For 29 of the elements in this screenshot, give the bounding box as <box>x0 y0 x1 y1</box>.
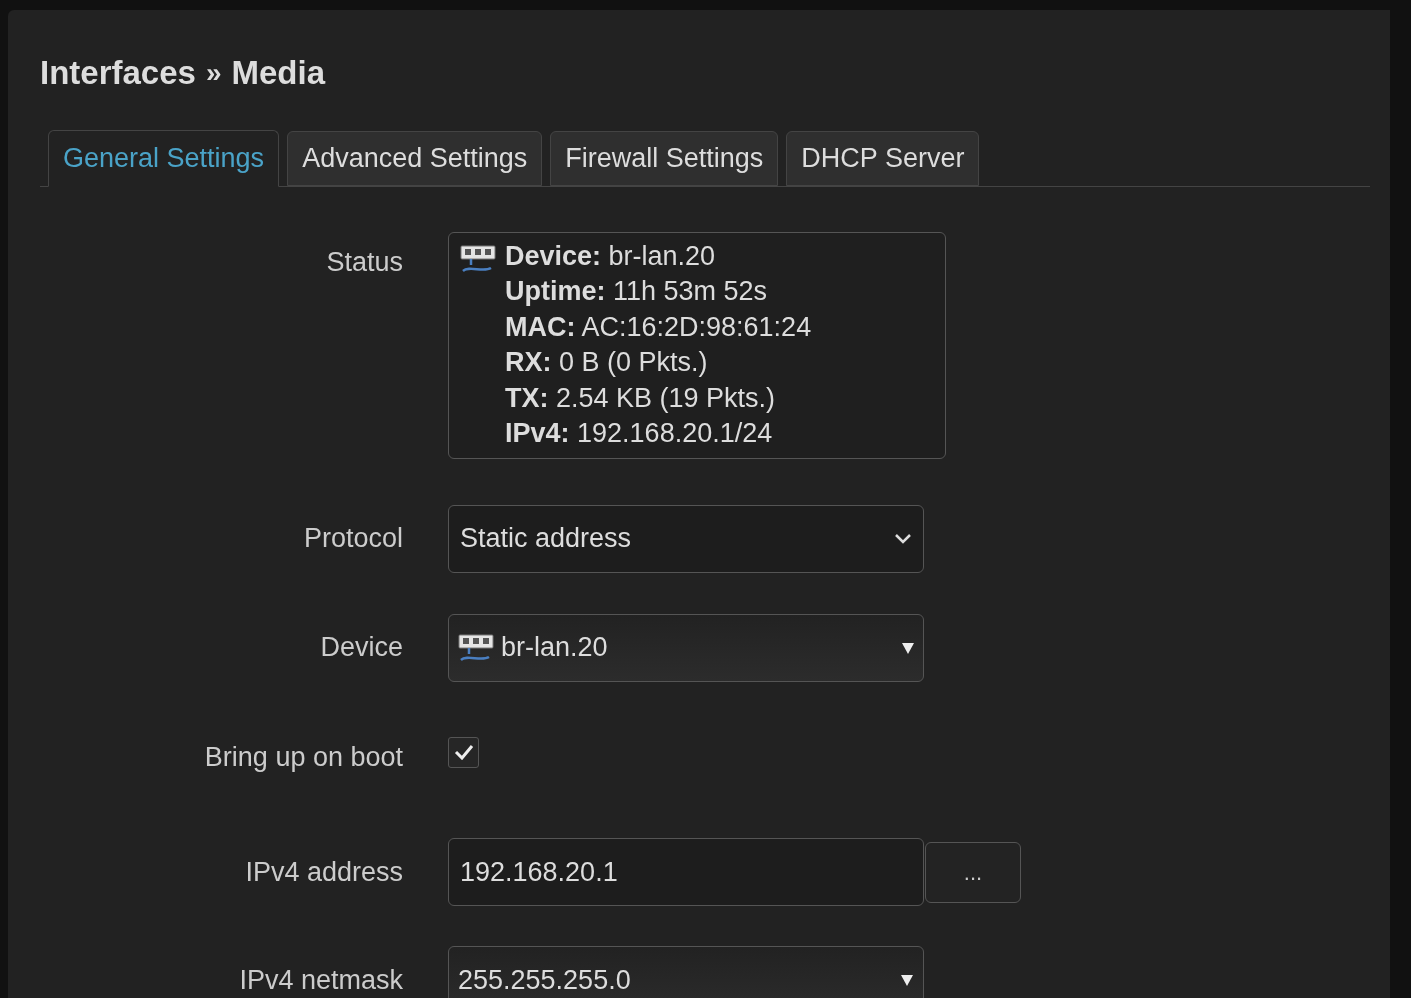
field-label: Status <box>326 245 403 279</box>
chevron-down-icon <box>894 532 912 545</box>
tab[interactable]: General Settings <box>48 129 280 187</box>
field-label: Bring up on boot <box>204 740 403 774</box>
dropdown-triangle-icon <box>900 973 914 987</box>
status-line: Device: br-lan.20 <box>505 239 717 273</box>
tab[interactable]: DHCP Server <box>786 130 980 186</box>
field-label: Protocol <box>303 522 403 556</box>
field-label: IPv4 address <box>245 855 403 889</box>
netmask-select[interactable]: 255.255.255.0 <box>448 946 924 998</box>
checkbox[interactable] <box>448 736 479 768</box>
page-title: Media <box>231 53 326 93</box>
ip-address-input[interactable]: 192.168.20.1 <box>448 838 924 906</box>
status-line: TX: 2.54 KB (19 Pkts.) <box>505 381 777 415</box>
status-line: MAC: AC:16:2D:98:61:24 <box>505 310 812 344</box>
page-title: Interfaces <box>40 53 196 93</box>
device-select[interactable]: br-lan.20 <box>448 613 924 682</box>
dropdown-triangle-icon <box>901 640 915 655</box>
checkmark-icon <box>453 744 474 760</box>
field-label: Device <box>320 631 403 665</box>
status-line: Uptime: 11h 53m 52s <box>505 275 769 308</box>
status-line: RX: 0 B (0 Pkts.) <box>505 346 709 379</box>
protocol-select[interactable]: Static address <box>448 504 924 573</box>
tab[interactable]: Firewall Settings <box>550 130 779 186</box>
field-label: IPv4 netmask <box>239 963 403 997</box>
tab[interactable]: Advanced Settings <box>287 130 543 186</box>
more-button[interactable]: ... <box>925 841 1021 903</box>
breadcrumb-separator: » <box>205 55 222 90</box>
status-line: IPv4: 192.168.20.1/24 <box>505 417 774 450</box>
